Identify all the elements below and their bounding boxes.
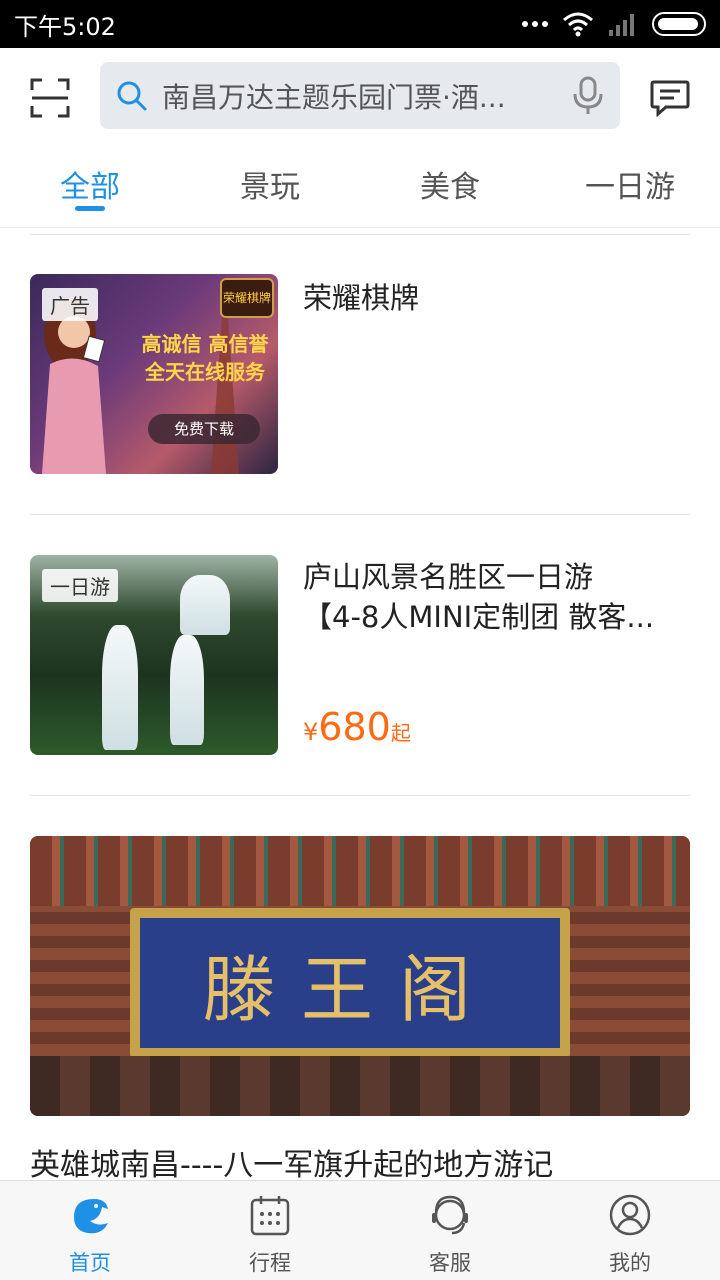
nav-itinerary[interactable]: 行程: [180, 1181, 360, 1280]
ad-card[interactable]: 荣耀棋牌 高诚信 高信誉 全天在线服务 免费下载 广告 荣耀棋牌: [30, 274, 690, 474]
ad-slogan: 高诚信 高信誉 全天在线服务: [141, 332, 269, 384]
more-dots-icon: [522, 21, 548, 27]
nav-itinerary-label: 行程: [249, 1251, 291, 1275]
price-value: 680: [318, 705, 391, 749]
nav-home[interactable]: 首页: [0, 1181, 180, 1280]
signal-icon: [609, 14, 634, 36]
tour-tag: 一日游: [42, 569, 118, 602]
bottom-nav: 首页 行程 客服 我的: [0, 1180, 720, 1280]
search-input[interactable]: 南昌万达主题乐园门票·酒...: [162, 76, 572, 116]
message-button[interactable]: [640, 70, 700, 126]
tour-title-line1: 庐山风景名胜区一日游: [303, 560, 594, 594]
nav-profile-label: 我的: [609, 1251, 651, 1275]
headset-icon: [432, 1195, 468, 1235]
tab-all[interactable]: 全部: [0, 162, 180, 206]
tab-day-tour[interactable]: 一日游: [540, 162, 720, 206]
status-bar: 下午5:02: [0, 0, 720, 48]
nav-service-label: 客服: [429, 1251, 471, 1275]
tab-food[interactable]: 美食: [360, 162, 540, 206]
article-title[interactable]: 英雄城南昌----八一军旗升起的地方游记: [30, 1140, 553, 1180]
category-tabs: 全部 景玩 美食 一日游: [0, 148, 720, 228]
status-time: 下午5:02: [14, 12, 116, 41]
feed: 荣耀棋牌 高诚信 高信誉 全天在线服务 免费下载 广告 荣耀棋牌 一日游 庐山风…: [0, 228, 720, 1180]
nav-service[interactable]: 客服: [360, 1181, 540, 1280]
dolphin-home-icon: [74, 1199, 108, 1234]
tour-title-line2: 【4-8人MINI定制团 散客...: [303, 600, 655, 634]
ad-download-button: 免费下载: [148, 414, 260, 444]
plaque: 滕王阁: [130, 908, 570, 1058]
nav-profile[interactable]: 我的: [540, 1181, 720, 1280]
tour-price: ¥680起: [303, 705, 411, 749]
ad-tag: 广告: [42, 288, 98, 321]
search-icon: [117, 81, 147, 110]
waterfall-stream: [180, 575, 230, 635]
price-suffix: 起: [390, 721, 411, 745]
top-bar: 南昌万达主题乐园门票·酒...: [0, 48, 720, 148]
divider: [30, 795, 690, 796]
search-bar[interactable]: 南昌万达主题乐园门票·酒...: [100, 62, 620, 129]
active-tab-indicator: [75, 206, 105, 211]
ad-image: 荣耀棋牌 高诚信 高信誉 全天在线服务 免费下载 广告: [30, 274, 278, 474]
waterfall-stream: [170, 635, 204, 745]
waterfall-image: 一日游: [30, 555, 278, 755]
ad-logo: 荣耀棋牌: [220, 278, 274, 318]
tour-card[interactable]: 一日游 庐山风景名胜区一日游 【4-8人MINI定制团 散客... ¥680起: [30, 555, 690, 755]
tab-attractions[interactable]: 景玩: [180, 162, 360, 206]
scan-button[interactable]: [0, 48, 100, 148]
article-image[interactable]: 滕王阁: [30, 836, 690, 1116]
user-icon: [609, 1194, 651, 1236]
status-icons: [522, 11, 706, 37]
price-currency: ¥: [303, 718, 319, 746]
ad-title: 荣耀棋牌: [303, 281, 420, 315]
microphone-icon[interactable]: [572, 76, 604, 116]
battery-icon: [652, 12, 706, 36]
divider: [30, 234, 690, 235]
message-icon: [650, 80, 690, 117]
waterfall-stream: [102, 625, 138, 750]
divider: [30, 514, 690, 515]
temple-eaves: [30, 1056, 690, 1116]
scan-icon: [30, 78, 70, 118]
temple-roof-decoration: [30, 836, 690, 906]
plaque-text: 滕王阁: [202, 947, 497, 1032]
calendar-icon: [250, 1196, 290, 1236]
wifi-icon: [563, 12, 593, 37]
nav-home-label: 首页: [69, 1251, 111, 1275]
